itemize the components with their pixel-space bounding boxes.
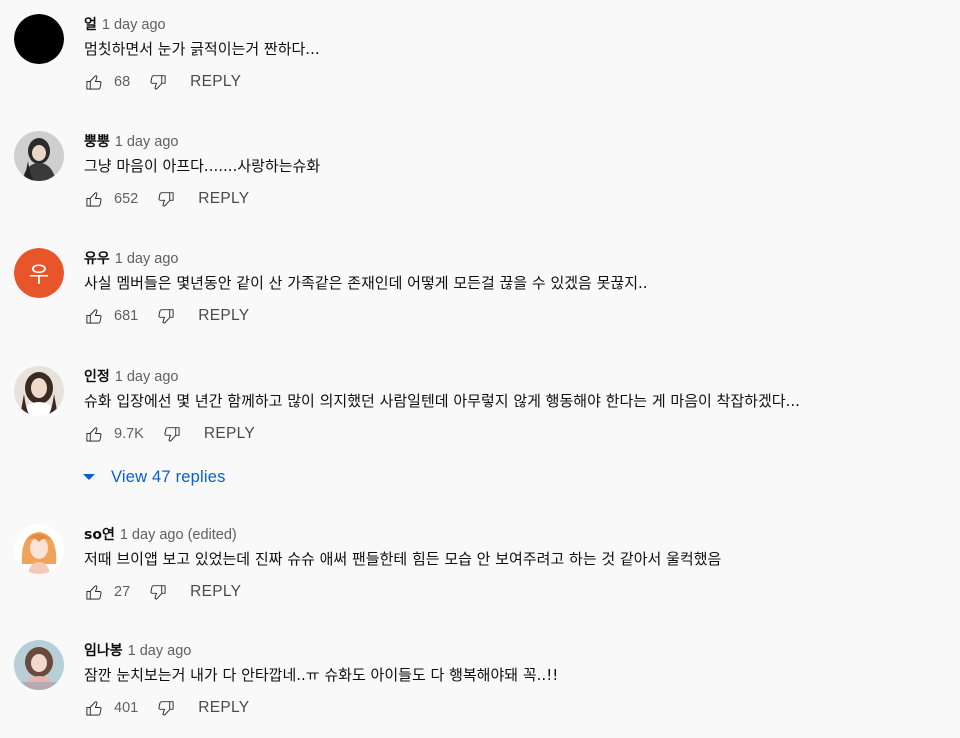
avatar[interactable]: 우 bbox=[14, 248, 64, 298]
comment-thread: so연 1 day ago (edited) 저때 브이앱 보고 있었는데 진짜… bbox=[0, 524, 960, 624]
comment-actions: 681 REPLY bbox=[84, 304, 249, 328]
like-count: 401 bbox=[114, 700, 139, 716]
thumbs-down-icon[interactable] bbox=[148, 582, 168, 602]
comment-header: 얼 1 day ago bbox=[84, 14, 166, 34]
person-photo-icon bbox=[14, 131, 64, 181]
author-name[interactable]: 얼 bbox=[84, 14, 97, 34]
avatar-letter: 우 bbox=[14, 248, 64, 298]
thumbs-down-icon[interactable] bbox=[162, 424, 182, 444]
author-name[interactable]: 유우 bbox=[84, 248, 110, 268]
author-name[interactable]: 인정 bbox=[84, 366, 110, 386]
thumbs-up-icon[interactable] bbox=[84, 424, 104, 444]
like-count: 27 bbox=[114, 584, 131, 600]
author-name[interactable]: 뿡뿡 bbox=[84, 131, 110, 151]
comment-text: 잠깐 눈치보는거 내가 다 안타깝네..ㅠ 슈화도 아이들도 다 행복해야돼 꼭… bbox=[84, 666, 559, 684]
caret-down-icon bbox=[82, 470, 96, 484]
comment-header: 유우 1 day ago bbox=[84, 248, 178, 268]
person-photo-icon bbox=[14, 366, 64, 416]
avatar[interactable] bbox=[14, 14, 64, 64]
comment-header: 임나봉 1 day ago bbox=[84, 640, 191, 660]
comment-thread: 임나봉 1 day ago 잠깐 눈치보는거 내가 다 안타깝네..ㅠ 슈화도 … bbox=[0, 640, 960, 738]
thumbs-down-icon[interactable] bbox=[156, 698, 176, 718]
comment-text: 사실 멤버들은 몇년동안 같이 산 가족같은 존재인데 어떻게 모든걸 끊을 수… bbox=[84, 274, 648, 292]
comment-text: 슈화 입장에선 몇 년간 함께하고 많이 의지했던 사람일텐데 아무렇지 않게 … bbox=[84, 392, 800, 410]
comment-header: so연 1 day ago (edited) bbox=[84, 524, 237, 544]
avatar[interactable] bbox=[14, 524, 64, 574]
comments-section: 얼 1 day ago 멈칫하면서 눈가 긁적이는거 짠하다... 68 REP… bbox=[0, 0, 960, 738]
comment-header: 뿡뿡 1 day ago bbox=[84, 131, 178, 151]
view-replies-button[interactable]: View 47 replies bbox=[82, 466, 226, 488]
avatar[interactable] bbox=[14, 366, 64, 416]
thumbs-up-icon[interactable] bbox=[84, 189, 104, 209]
reply-button[interactable]: REPLY bbox=[204, 425, 255, 443]
comment-text: 멈칫하면서 눈가 긁적이는거 짠하다... bbox=[84, 40, 320, 58]
comment-actions: 68 REPLY bbox=[84, 70, 241, 94]
thumbs-up-icon[interactable] bbox=[84, 582, 104, 602]
reply-button[interactable]: REPLY bbox=[198, 190, 249, 208]
comment-thread: 우 유우 1 day ago 사실 멤버들은 몇년동안 같이 산 가족같은 존재… bbox=[0, 248, 960, 348]
comment-thread: 뿡뿡 1 day ago 그냥 마음이 아프다.......사랑하는슈화 652… bbox=[0, 131, 960, 231]
like-count: 681 bbox=[114, 308, 139, 324]
thumbs-up-icon[interactable] bbox=[84, 306, 104, 326]
thumbs-up-icon[interactable] bbox=[84, 698, 104, 718]
comment-actions: 27 REPLY bbox=[84, 580, 241, 604]
thumbs-down-icon[interactable] bbox=[148, 72, 168, 92]
reply-button[interactable]: REPLY bbox=[198, 699, 249, 717]
author-name[interactable]: so연 bbox=[84, 524, 115, 544]
comment-time[interactable]: 1 day ago bbox=[115, 369, 179, 385]
comment-time[interactable]: 1 day ago bbox=[115, 134, 179, 150]
comment-time[interactable]: 1 day ago bbox=[128, 643, 192, 659]
comment-header: 인정 1 day ago bbox=[84, 366, 178, 386]
avatar[interactable] bbox=[14, 640, 64, 690]
view-replies-label: View 47 replies bbox=[111, 467, 226, 486]
comment-time[interactable]: 1 day ago bbox=[115, 251, 179, 267]
comment-actions: 401 REPLY bbox=[84, 696, 249, 720]
reply-button[interactable]: REPLY bbox=[190, 73, 241, 91]
reply-button[interactable]: REPLY bbox=[198, 307, 249, 325]
person-photo-icon bbox=[14, 524, 64, 574]
like-count: 9.7K bbox=[114, 426, 144, 442]
person-photo-icon bbox=[14, 640, 64, 690]
comment-text: 그냥 마음이 아프다.......사랑하는슈화 bbox=[84, 157, 321, 175]
author-name[interactable]: 임나봉 bbox=[84, 640, 123, 660]
like-count: 652 bbox=[114, 191, 139, 207]
avatar-solid bbox=[14, 14, 64, 64]
like-count: 68 bbox=[114, 74, 131, 90]
comment-thread: 얼 1 day ago 멈칫하면서 눈가 긁적이는거 짠하다... 68 REP… bbox=[0, 14, 960, 114]
avatar[interactable] bbox=[14, 131, 64, 181]
thumbs-up-icon[interactable] bbox=[84, 72, 104, 92]
comment-actions: 652 REPLY bbox=[84, 187, 249, 211]
reply-button[interactable]: REPLY bbox=[190, 583, 241, 601]
comment-actions: 9.7K REPLY bbox=[84, 422, 255, 446]
comment-time[interactable]: 1 day ago bbox=[102, 17, 166, 33]
thumbs-down-icon[interactable] bbox=[156, 189, 176, 209]
thumbs-down-icon[interactable] bbox=[156, 306, 176, 326]
comment-time[interactable]: 1 day ago (edited) bbox=[120, 527, 237, 543]
comment-text: 저때 브이앱 보고 있었는데 진짜 슈슈 애써 팬들한테 힘든 모습 안 보여주… bbox=[84, 550, 722, 568]
